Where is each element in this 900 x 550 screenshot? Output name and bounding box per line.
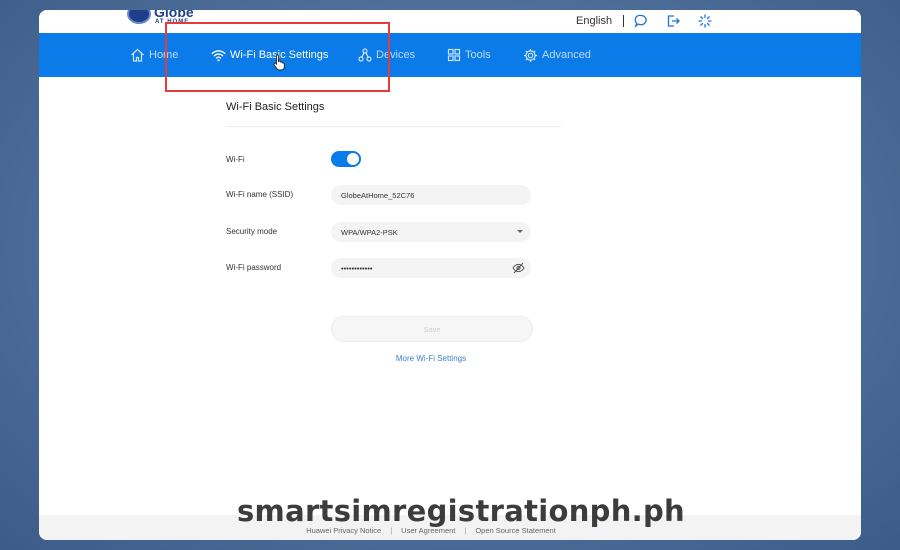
settings-panel: Wi-Fi Basic Settings Wi-Fi Wi-Fi name (S…: [39, 77, 861, 517]
page-title: Wi-Fi Basic Settings: [226, 101, 325, 113]
gear-icon: [524, 48, 537, 62]
wifi-label: Wi-Fi: [226, 155, 245, 164]
password-value: ••••••••••••: [341, 263, 373, 273]
nav-tools[interactable]: Tools: [447, 33, 491, 77]
nav-tools-label: Tools: [465, 49, 491, 61]
chevron-down-icon: [517, 230, 523, 233]
ssid-input[interactable]: GlobeAtHome_52C76: [331, 185, 531, 205]
nav-advanced-label: Advanced: [542, 49, 591, 61]
logout-icon[interactable]: [665, 13, 681, 29]
password-label: Wi-Fi password: [226, 263, 282, 272]
top-bar: Globe AT HOME English: [39, 10, 861, 33]
password-input[interactable]: ••••••••••••: [331, 258, 531, 278]
mouse-pointer-icon: [273, 53, 287, 76]
language-selector[interactable]: English: [576, 15, 612, 27]
ssid-value: GlobeAtHome_52C76: [341, 190, 415, 200]
main-nav: Home Wi-Fi Basic Settings Devices Tools …: [39, 33, 861, 77]
router-admin-window: Globe AT HOME English Home Wi-Fi Basic S…: [39, 10, 861, 540]
save-button[interactable]: Save: [331, 316, 533, 342]
eye-off-icon[interactable]: [512, 262, 525, 276]
security-mode-label: Security mode: [226, 227, 278, 236]
home-icon: [131, 48, 144, 62]
top-right-controls: English: [576, 12, 729, 30]
loading-icon: [697, 13, 713, 29]
security-mode-select[interactable]: WPA/WPA2-PSK: [331, 222, 531, 242]
chat-icon[interactable]: [633, 13, 649, 29]
title-divider: [226, 126, 561, 127]
globe-logo-mark: [127, 10, 151, 24]
wifi-toggle[interactable]: [331, 151, 361, 167]
watermark-text: smartsimregistrationph.ph: [237, 494, 685, 528]
more-wifi-settings-link[interactable]: More Wi-Fi Settings: [39, 354, 823, 363]
nav-advanced[interactable]: Advanced: [523, 33, 591, 77]
security-mode-value: WPA/WPA2-PSK: [341, 227, 398, 237]
divider: [623, 15, 625, 27]
tools-icon: [447, 48, 461, 62]
ssid-label: Wi-Fi name (SSID): [226, 190, 294, 199]
